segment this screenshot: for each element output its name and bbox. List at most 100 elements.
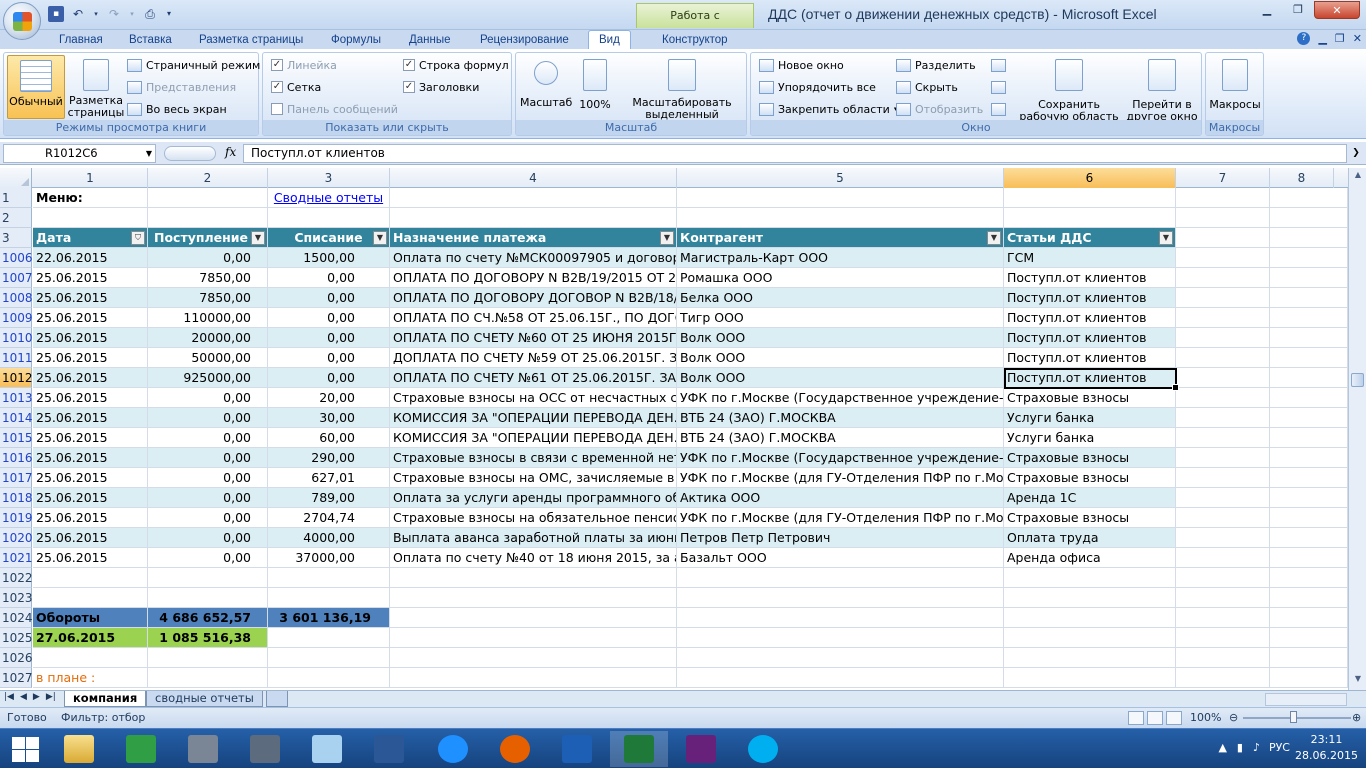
cell-income[interactable]: 7850,00 [148,268,268,288]
row-header[interactable]: 1018 [0,488,33,508]
unhide-button[interactable]: Отобразить [896,100,983,118]
cell-category[interactable]: Поступл.от клиентов [1004,268,1176,288]
cell[interactable] [677,188,1004,208]
chevron-up-icon[interactable]: ▲ [1218,741,1226,754]
plan-label[interactable]: в плане : [33,668,148,688]
taskbar-upload[interactable] [548,731,606,767]
cell-category[interactable]: Поступл.от клиентов [1004,368,1176,388]
formula-bar-checkbox[interactable]: ✓ Строка формул [403,56,509,74]
tab-page-layout[interactable]: Разметка страницы [199,31,303,49]
new-window-button[interactable]: Новое окно [759,56,844,74]
cell[interactable] [1270,488,1348,508]
taskbar-control-panel[interactable] [236,731,294,767]
filter-active-icon[interactable]: ⛉ [131,231,145,245]
cell[interactable] [268,628,390,648]
sync-scroll-button[interactable] [991,78,1006,96]
close-icon[interactable]: ✕ [1314,1,1360,19]
cell[interactable] [677,568,1004,588]
filter-dropdown-icon[interactable]: ▼ [987,231,1001,245]
switch-windows-button[interactable]: Перейти в другое окно [1123,55,1201,123]
insert-function-icon[interactable]: fx [225,145,236,159]
cell-income[interactable]: 110000,00 [148,308,268,328]
reset-position-button[interactable] [991,100,1006,118]
cell-expense[interactable]: 0,00 [268,368,390,388]
cell[interactable] [1004,668,1176,688]
tab-home[interactable]: Главная [59,31,103,49]
cell-income[interactable]: 0,00 [148,508,268,528]
cell[interactable] [677,628,1004,648]
taskbar-notepad[interactable] [298,731,356,767]
volume-icon[interactable]: ♪ [1253,741,1260,754]
cell-expense[interactable]: 0,00 [268,288,390,308]
cell-date[interactable]: 25.06.2015 [33,288,148,308]
cell-counterparty[interactable]: Актика ООО [677,488,1004,508]
cell[interactable] [1270,468,1348,488]
cell-counterparty[interactable]: Волк ООО [677,368,1004,388]
zoom-slider-knob[interactable] [1290,711,1297,723]
cell[interactable] [1176,328,1270,348]
cell[interactable] [1270,428,1348,448]
custom-views-button[interactable]: Представления [127,78,236,96]
cell[interactable] [1004,208,1176,228]
network-icon[interactable]: ▮ [1237,741,1243,754]
cell[interactable] [1176,428,1270,448]
undo-icon[interactable]: ↶ [70,6,86,22]
doc-minimize-icon[interactable]: ▁ [1318,32,1326,45]
ruler-checkbox[interactable]: ✓ Линейка [271,56,337,74]
cell-date[interactable]: 25.06.2015 [33,508,148,528]
cell[interactable] [268,668,390,688]
vertical-scrollbar[interactable]: ▲ ▼ [1348,168,1366,690]
cell[interactable] [1270,668,1348,688]
column-header[interactable]: 2 [148,168,268,188]
cell-income[interactable]: 0,00 [148,248,268,268]
row-header[interactable]: 1011 [0,348,33,368]
row-header[interactable]: 1019 [0,508,33,528]
cell[interactable] [1270,288,1348,308]
tab-data[interactable]: Данные [409,31,451,49]
minimize-icon[interactable]: ▁ [1252,1,1282,19]
cell-income[interactable]: 0,00 [148,548,268,568]
row-header[interactable]: 1 [0,188,32,208]
cell-date[interactable]: 25.06.2015 [33,308,148,328]
cell-category[interactable]: Услуги банка [1004,428,1176,448]
column-header[interactable]: 3 [268,168,390,188]
cell-counterparty[interactable]: Тигр ООО [677,308,1004,328]
cell-expense[interactable]: 37000,00 [268,548,390,568]
customize-qat-icon[interactable]: ▾ [164,6,174,22]
gridlines-checkbox[interactable]: ✓ Сетка [271,78,321,96]
cell[interactable] [1004,628,1176,648]
cell[interactable] [268,588,390,608]
clock[interactable]: 23:11 28.06.2015 [1295,732,1358,764]
cell[interactable] [1176,348,1270,368]
cell-counterparty[interactable]: Базальт ООО [677,548,1004,568]
normal-view-button[interactable]: Обычный [7,55,65,119]
cell-counterparty[interactable]: ВТБ 24 (ЗАО) Г.МОСКВА [677,408,1004,428]
cell-date[interactable]: 25.06.2015 [33,388,148,408]
taskbar-visual-studio[interactable] [672,731,730,767]
totals-label[interactable]: Обороты [33,608,148,628]
header-category[interactable]: Статьи ДДС ▼ [1004,228,1176,248]
cell[interactable] [1176,248,1270,268]
message-bar-checkbox[interactable]: Панель сообщений [271,100,398,118]
row-header[interactable]: 3 [0,228,32,248]
cell[interactable] [677,648,1004,668]
cell-date[interactable]: 25.06.2015 [33,328,148,348]
prev-sheet-icon[interactable]: ◀ [20,692,27,702]
insert-sheet-icon[interactable] [266,691,288,707]
row-header[interactable]: 1026 [0,648,33,668]
cell[interactable] [1176,388,1270,408]
cell-expense[interactable]: 1500,00 [268,248,390,268]
column-header[interactable]: 7 [1176,168,1270,188]
cell-purpose[interactable]: КОМИССИЯ ЗА "ОПЕРАЦИИ ПЕРЕВОДА ДЕН. С [390,408,677,428]
cell-category[interactable]: Поступл.от клиентов [1004,288,1176,308]
undo-dropdown-icon[interactable]: ▾ [92,6,100,22]
page-break-mode-icon[interactable] [1166,711,1182,725]
cell[interactable] [1004,588,1176,608]
cell-income[interactable]: 0,00 [148,468,268,488]
header-purpose[interactable]: Назначение платежа ▼ [390,228,677,248]
cell[interactable] [1176,288,1270,308]
cell[interactable] [677,208,1004,228]
filter-dropdown-icon[interactable]: ▼ [660,231,674,245]
chevron-down-icon[interactable]: ▼ [146,145,152,162]
cell[interactable] [1176,368,1270,388]
